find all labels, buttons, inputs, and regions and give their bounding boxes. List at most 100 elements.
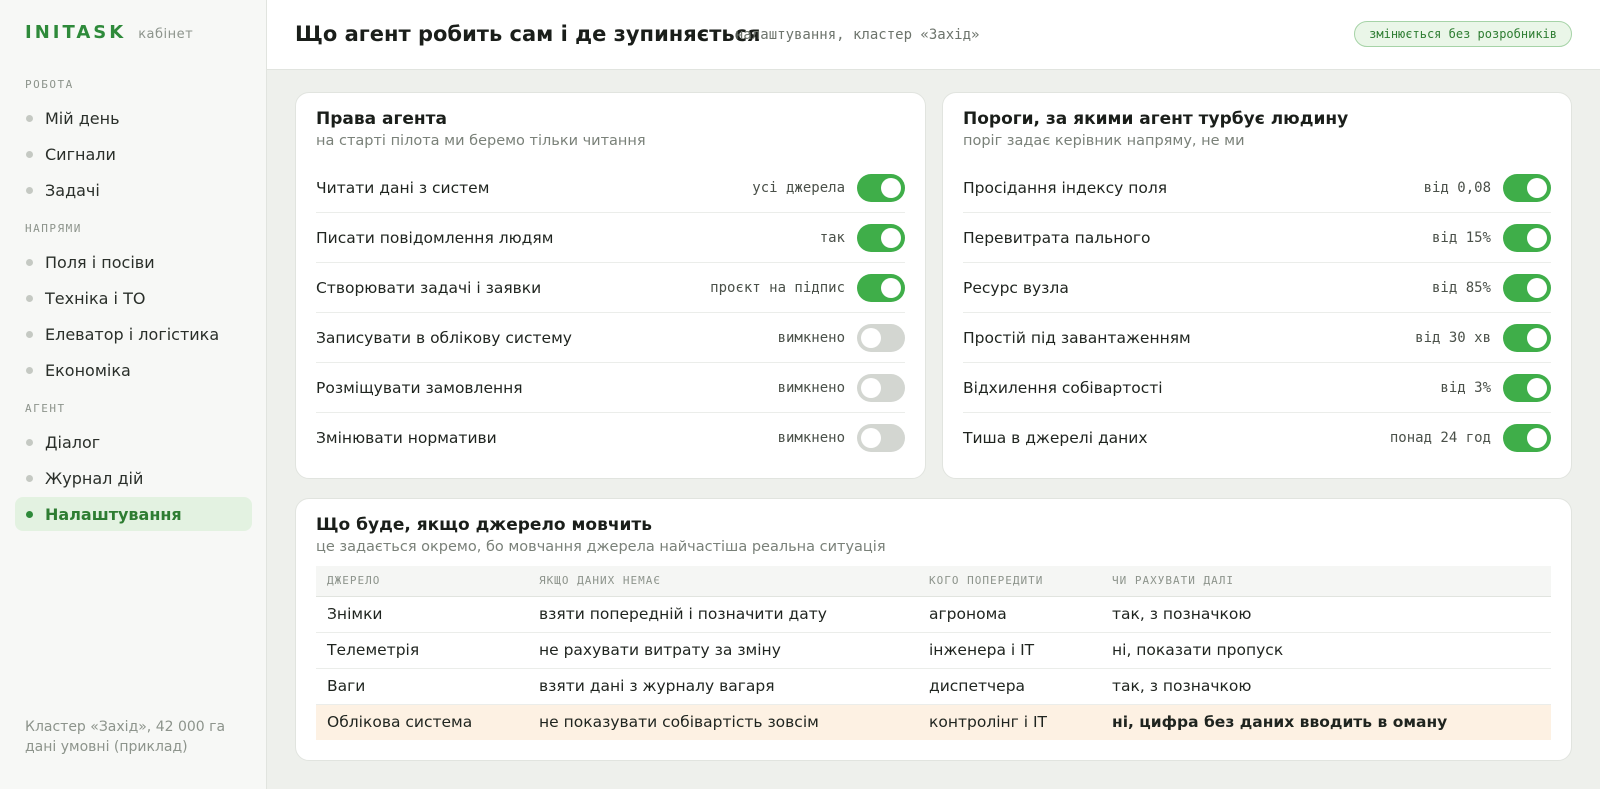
sidebar-item-label: Налаштування: [45, 504, 182, 524]
toggle-switch[interactable]: [857, 173, 905, 202]
table-cell: інженера і IT: [918, 632, 1101, 669]
toggle-switch[interactable]: [1503, 273, 1551, 302]
column-header: ЯКЩО ДАНИХ НЕМАЄ: [528, 566, 918, 597]
sidebar-item-settings[interactable]: Налаштування: [15, 497, 252, 531]
table-cell: не показувати собівартість зовсім: [528, 704, 918, 740]
source-silence-card: Що буде, якщо джерело мовчить це задаєть…: [295, 498, 1572, 761]
sidebar-footer: Кластер «Захід», 42 000 га дані умовні (…: [25, 717, 225, 757]
sidebar-item-machinery[interactable]: Техніка і ТО: [15, 281, 252, 315]
row-value: усі джерела: [752, 179, 845, 196]
bullet-icon: [26, 115, 33, 122]
sidebar-item-label: Техніка і ТО: [45, 288, 146, 308]
bullet-icon: [26, 259, 33, 266]
table-cell: не рахувати витрату за зміну: [528, 632, 918, 669]
row-label: Писати повідомлення людям: [316, 228, 554, 247]
page-title: Що агент робить сам і де зупиняється: [295, 22, 761, 46]
toggle-switch[interactable]: [857, 223, 905, 252]
column-header: ЧИ РАХУВАТИ ДАЛІ: [1101, 566, 1551, 597]
row-label: Відхилення собівартості: [963, 378, 1163, 397]
sidebar-item-economics[interactable]: Економіка: [15, 353, 252, 387]
table-cell: так, з позначкою: [1101, 668, 1551, 705]
table-row: Ваги взяти дані з журналу вагаря диспетч…: [316, 668, 1551, 705]
card-title: Права агента: [316, 109, 447, 129]
toggle-switch[interactable]: [857, 373, 905, 402]
table-cell: взяти попередній і позначити дату: [528, 596, 918, 633]
table-cell: агронома: [918, 596, 1101, 633]
nav-section-directions: НАПРЯМИ: [25, 222, 82, 235]
sidebar-item-label: Діалог: [45, 432, 101, 452]
row-label: Просідання індексу поля: [963, 178, 1168, 197]
nav-section-agent: АГЕНТ: [25, 402, 66, 415]
row-value: від 3%: [1440, 379, 1491, 396]
toggle-switch[interactable]: [1503, 223, 1551, 252]
row-label: Записувати в облікову систему: [316, 328, 572, 347]
threshold-row-field-index: Просідання індексу поля від 0,08: [963, 163, 1551, 213]
row-value: від 15%: [1431, 229, 1491, 246]
sidebar-item-action-log[interactable]: Журнал дій: [15, 461, 252, 495]
silence-table: ДЖЕРЕЛО ЯКЩО ДАНИХ НЕМАЄ КОГО ПОПЕРЕДИТИ…: [316, 566, 1551, 740]
table-cell: контролінг і IT: [918, 704, 1101, 740]
bullet-icon: [26, 151, 33, 158]
row-value: так: [819, 229, 845, 246]
bullet-icon: [26, 295, 33, 302]
table-cell: ні, показати пропуск: [1101, 632, 1551, 669]
nav-section-work: РОБОТА: [25, 78, 74, 91]
bullet-icon: [26, 331, 33, 338]
column-header: КОГО ПОПЕРЕДИТИ: [918, 566, 1101, 597]
table-row: Знімки взяти попередній і позначити дату…: [316, 596, 1551, 633]
brand-name: INITASK: [25, 22, 127, 43]
page-subtitle: налаштування, кластер «Захід»: [735, 27, 980, 43]
table-cell-warning: ні, цифра без даних вводить в оману: [1101, 704, 1551, 740]
row-value: вимкнено: [777, 430, 845, 446]
table-row-highlighted: Облікова система не показувати собіварті…: [316, 704, 1551, 740]
toggle-switch[interactable]: [1503, 173, 1551, 202]
sidebar-item-tasks[interactable]: Задачі: [15, 173, 252, 207]
bullet-icon: [26, 439, 33, 446]
toggle-switch[interactable]: [857, 323, 905, 352]
toggle-switch[interactable]: [1503, 323, 1551, 352]
right-row-place-orders: Розміщувати замовлення вимкнено: [316, 363, 905, 413]
row-label: Простій під завантаженням: [963, 328, 1191, 347]
row-value: від 85%: [1431, 279, 1491, 296]
sidebar-item-fields[interactable]: Поля і посіви: [15, 245, 252, 279]
row-value: вимкнено: [777, 329, 845, 346]
column-header: ДЖЕРЕЛО: [316, 566, 528, 597]
row-label: Змінювати нормативи: [316, 429, 497, 447]
bullet-icon: [26, 367, 33, 374]
cluster-info: Кластер «Захід», 42 000 га: [25, 719, 226, 735]
sidebar-item-label: Поля і посіви: [45, 252, 155, 272]
sidebar-item-signals[interactable]: Сигнали: [15, 137, 252, 171]
threshold-row-fuel: Перевитрата пального від 15%: [963, 213, 1551, 263]
sidebar-item-label: Економіка: [45, 360, 131, 380]
table-header-row: ДЖЕРЕЛО ЯКЩО ДАНИХ НЕМАЄ КОГО ПОПЕРЕДИТИ…: [316, 566, 1551, 597]
right-row-change-norms: Змінювати нормативи вимкнено: [316, 413, 905, 463]
row-label: Створювати задачі і заявки: [316, 278, 542, 297]
card-title: Що буде, якщо джерело мовчить: [316, 515, 653, 535]
sidebar-item-label: Задачі: [45, 180, 100, 200]
card-subtitle: це задається окремо, бо мовчання джерела…: [316, 539, 886, 555]
row-label: Розміщувати замовлення: [316, 378, 523, 397]
toggle-switch[interactable]: [857, 273, 905, 302]
table-cell: Телеметрія: [316, 632, 528, 669]
sidebar-item-dialog[interactable]: Діалог: [15, 425, 252, 459]
sidebar-item-label: Сигнали: [45, 144, 116, 164]
bullet-icon: [26, 511, 33, 518]
right-row-write-accounting: Записувати в облікову систему вимкнено: [316, 313, 905, 363]
sidebar-item-my-day[interactable]: Мій день: [15, 101, 252, 135]
row-label: Читати дані з систем: [316, 178, 490, 197]
card-title: Пороги, за якими агент турбує людину: [963, 109, 1349, 129]
table-cell: Ваги: [316, 668, 528, 705]
brand-logo[interactable]: INITASK кабінет: [25, 22, 193, 43]
table-cell: Знімки: [316, 596, 528, 633]
topbar: Що агент робить сам і де зупиняється нал…: [267, 0, 1600, 70]
toggle-switch[interactable]: [1503, 424, 1551, 452]
sidebar-item-elevator[interactable]: Елеватор і логістика: [15, 317, 252, 351]
right-row-read-data: Читати дані з систем усі джерела: [316, 163, 905, 213]
toggle-switch[interactable]: [857, 424, 905, 452]
threshold-row-node-resource: Ресурс вузла від 85%: [963, 263, 1551, 313]
bullet-icon: [26, 187, 33, 194]
toggle-switch[interactable]: [1503, 373, 1551, 402]
bullet-icon: [26, 475, 33, 482]
row-value: вимкнено: [777, 379, 845, 396]
table-cell: Облікова система: [316, 704, 528, 740]
